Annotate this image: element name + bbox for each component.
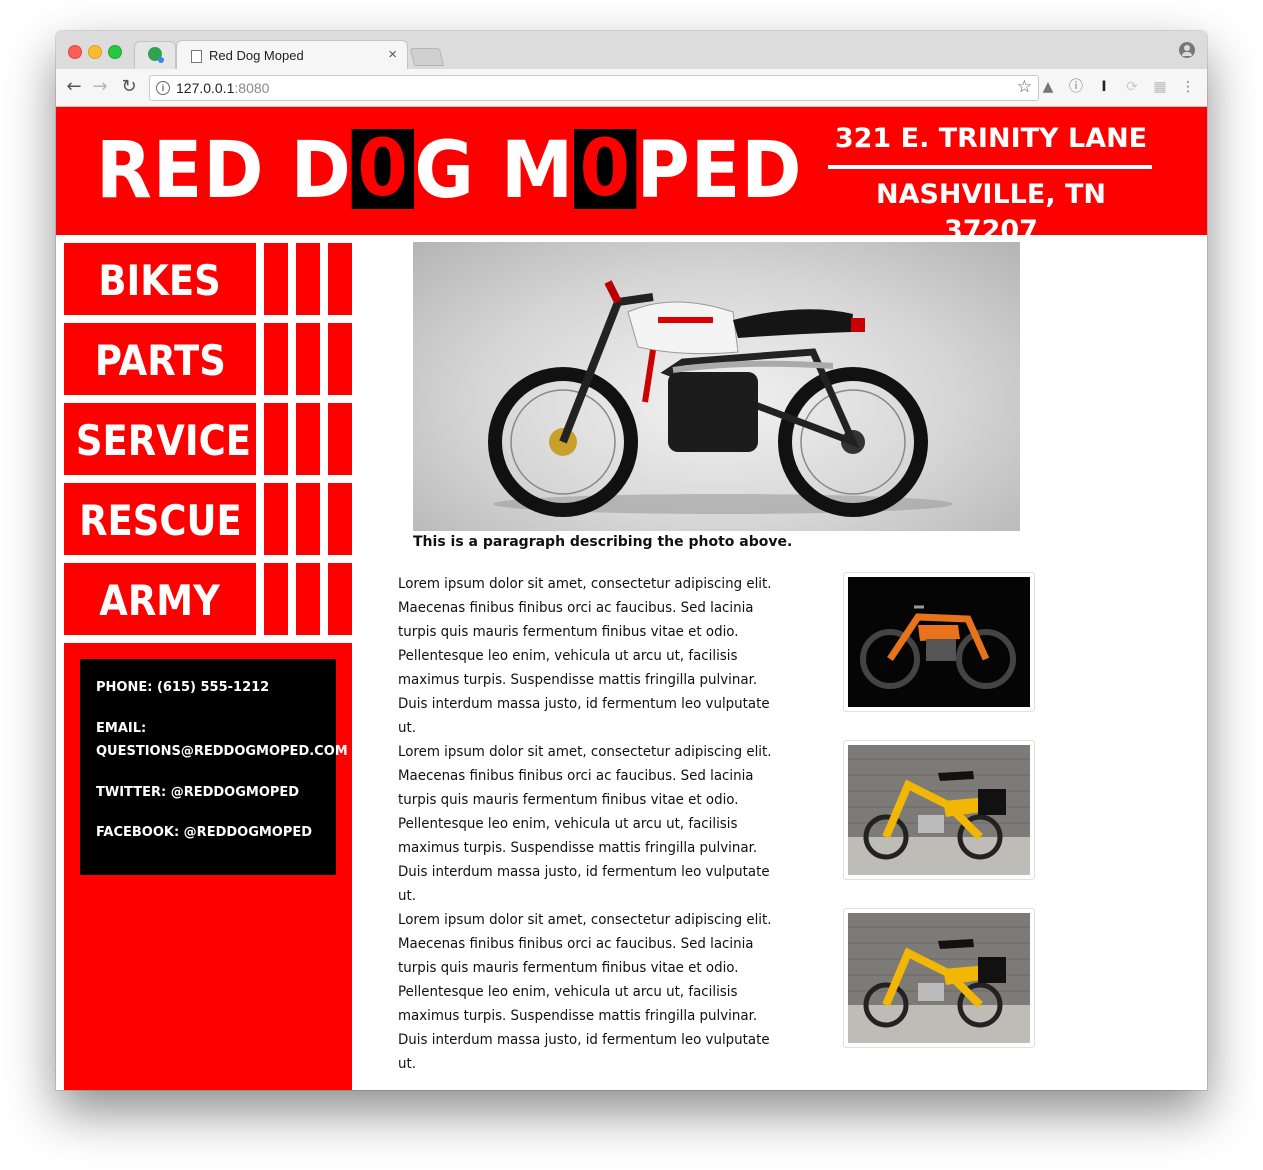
logo-text-3: PED	[636, 126, 803, 216]
close-window-button[interactable]	[68, 45, 82, 59]
nav-stripe	[256, 243, 264, 635]
address-divider	[828, 165, 1152, 169]
article: Lorem ipsum dolor sit amet, consectetur …	[398, 572, 1038, 736]
logo-text-2: G M	[414, 126, 575, 216]
tab-title: Red Dog Moped	[209, 48, 304, 63]
article: Lorem ipsum dolor sit amet, consectetur …	[398, 740, 1038, 904]
reload-icon[interactable]: ↻	[118, 76, 140, 98]
thumbnail-image	[848, 577, 1030, 707]
article-thumbnail[interactable]	[843, 740, 1035, 880]
contact-email[interactable]: EMAIL: QUESTIONS@REDDOGMOPED.COM	[96, 717, 348, 763]
nav-row-army: ARMY	[64, 555, 352, 635]
info-extension-icon[interactable]: ⓘ	[1068, 79, 1084, 95]
minimize-window-button[interactable]	[88, 45, 102, 59]
nav-item-service[interactable]: SERVICE	[64, 403, 256, 475]
article-thumbnail[interactable]	[843, 572, 1035, 712]
sidebar: BIKES PARTS SERVICE RESCUE ARMY PHONE: (…	[64, 235, 352, 1090]
star-icon[interactable]: ☆	[1017, 77, 1032, 97]
hero-caption: This is a paragraph describing the photo…	[413, 534, 793, 550]
nav-item-army[interactable]: ARMY	[64, 563, 256, 635]
url-text[interactable]: 127.0.0.1:8080	[176, 80, 269, 96]
yellow-moped-illustration	[848, 926, 1030, 1043]
thumbnail-image	[848, 745, 1030, 875]
site-header: RED D0G M0PED 321 E. TRINITY LANE NASHVI…	[56, 107, 1207, 246]
close-icon[interactable]: ×	[388, 46, 397, 63]
nav-row-service: SERVICE	[64, 395, 352, 475]
browser-window: Red Dog Moped × ← → ↻ i 127.0.0.1:8080 ☆…	[56, 31, 1207, 1090]
tab-active[interactable]: Red Dog Moped ×	[176, 40, 408, 71]
drive-extension-icon[interactable]: ▲	[1040, 79, 1056, 95]
address-city: NASHVILLE, TN 37207	[875, 179, 1106, 246]
address-block: 321 E. TRINITY LANE NASHVILLE, TN 37207	[828, 117, 1154, 249]
article-text: Lorem ipsum dolor sit amet, consectetur …	[398, 744, 772, 904]
new-tab-button[interactable]	[409, 48, 445, 66]
logo-zero-2: 0	[574, 129, 637, 209]
contact-facebook[interactable]: FACEBOOK: @REDDOGMOPED	[96, 821, 326, 844]
orange-moped-illustration	[860, 605, 1016, 689]
url-host: 127.0.0.1	[176, 80, 235, 96]
article-text: Lorem ipsum dolor sit amet, consectetur …	[398, 912, 772, 1072]
nav-label: SERVICE	[75, 416, 252, 465]
nav-label: PARTS	[94, 336, 226, 385]
url-port: :8080	[234, 80, 270, 96]
nav-row-rescue: RESCUE	[64, 475, 352, 555]
page-icon	[191, 50, 202, 63]
nav-label: RESCUE	[78, 496, 242, 545]
nav-stripe	[320, 243, 328, 635]
nav-stripe	[288, 243, 296, 635]
yellow-moped-illustration	[848, 758, 1030, 875]
forward-icon[interactable]: →	[89, 76, 111, 98]
info-icon[interactable]: i	[156, 81, 170, 95]
motorcycle-illustration	[488, 280, 953, 517]
browser-toolbar: ← → ↻ i 127.0.0.1:8080 ☆ ▲ ⓘ I ⟳ ▦ ⋮	[56, 69, 1207, 107]
extension-icon[interactable]: ⟳	[1124, 79, 1140, 95]
zoom-window-button[interactable]	[108, 45, 122, 59]
contact-phone: PHONE: (615) 555-1212	[96, 680, 270, 695]
thumbnail-image	[848, 913, 1030, 1043]
article: Lorem ipsum dolor sit amet, consectetur …	[398, 908, 1038, 1072]
tab-strip: Red Dog Moped ×	[56, 31, 1207, 71]
nav-item-parts[interactable]: PARTS	[64, 323, 256, 395]
nav-item-rescue[interactable]: RESCUE	[64, 483, 256, 555]
nav-label: BIKES	[98, 256, 222, 305]
back-icon[interactable]: ←	[63, 76, 85, 98]
article-text: Lorem ipsum dolor sit amet, consectetur …	[398, 576, 772, 736]
page-content: RED D0G M0PED 321 E. TRINITY LANE NASHVI…	[56, 107, 1207, 1090]
logo-text-1: RED D	[96, 126, 352, 216]
hero-photo	[413, 242, 1020, 531]
nav-row-parts: PARTS	[64, 315, 352, 395]
nav-row-bikes: BIKES	[64, 235, 352, 315]
nav-divider	[64, 635, 352, 643]
nav-label: ARMY	[99, 576, 221, 625]
article-thumbnail[interactable]	[843, 908, 1035, 1048]
address-street: 321 E. TRINITY LANE	[834, 123, 1148, 154]
contact-twitter[interactable]: TWITTER: @REDDOGMOPED	[96, 781, 326, 804]
profile-icon[interactable]	[1179, 42, 1195, 58]
address-bar[interactable]: i 127.0.0.1:8080 ☆	[149, 75, 1039, 101]
site-logo[interactable]: RED D0G M0PED	[96, 121, 802, 221]
nav-item-bikes[interactable]: BIKES	[64, 243, 256, 315]
instapaper-icon[interactable]: I	[1096, 79, 1112, 95]
contact-box: PHONE: (615) 555-1212 EMAIL: QUESTIONS@R…	[80, 659, 348, 875]
logo-zero-1: 0	[351, 129, 415, 209]
menu-icon[interactable]: ⋮	[1180, 79, 1196, 95]
grid-extension-icon[interactable]: ▦	[1152, 79, 1168, 95]
extension-tab-icon	[148, 47, 164, 63]
